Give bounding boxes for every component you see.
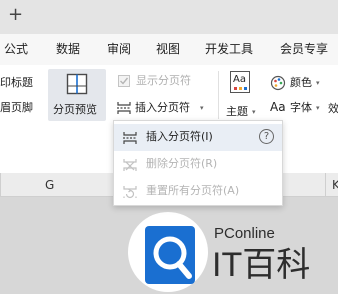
page-break-preview-label: 分页预览 [53, 103, 97, 116]
print-titles-label[interactable]: 印标题 [0, 76, 33, 90]
menu-bar: 公式 数据 审阅 视图 开发工具 会员专享 [0, 34, 338, 65]
column-label-g[interactable]: G [45, 173, 54, 197]
chevron-down-icon: ▾ [200, 104, 204, 112]
font-label: 字体 [290, 101, 312, 114]
menu-data[interactable]: 数据 [56, 41, 80, 57]
effects-label[interactable]: 效 [328, 102, 338, 116]
menu-member[interactable]: 会员专享 [280, 41, 328, 57]
menu-item-insert-page-break[interactable]: 插入分页符(I) ? [114, 124, 282, 151]
menu-view[interactable]: 视图 [156, 41, 180, 57]
column-label-k[interactable]: K [332, 173, 338, 197]
chevron-down-icon: ▾ [316, 79, 320, 87]
insert-page-break-label: 插入分页符 [135, 101, 190, 114]
show-page-break-label: 显示分页符 [136, 74, 191, 87]
colors-button[interactable]: 颜色 ▾ [270, 74, 338, 92]
menu-review[interactable]: 审阅 [107, 41, 131, 57]
palette-icon [270, 75, 286, 91]
delete-page-break-icon [122, 157, 138, 173]
pconline-logo-icon [143, 224, 201, 290]
insert-page-break-button[interactable]: 插入分页符 ▾ [114, 98, 210, 118]
reset-page-breaks-icon [122, 184, 138, 200]
colors-label: 颜色 [290, 76, 312, 89]
watermark-logo-text: IT百科 [212, 246, 311, 284]
insert-page-break-menu-label: 插入分页符(I) [146, 130, 213, 143]
menu-item-delete-page-break[interactable]: 删除分页符(R) [114, 151, 282, 178]
ribbon-divider [218, 71, 219, 119]
page-break-preview-button[interactable]: 分页预览 [48, 69, 106, 121]
menu-developer[interactable]: 开发工具 [205, 41, 253, 57]
watermark-brand: PConline [214, 225, 275, 242]
insert-page-break-dropdown: 插入分页符(I) ? 删除分页符(R) 重置所有分页符(A) [113, 120, 283, 206]
new-tab-button[interactable]: + [8, 4, 23, 26]
menu-item-reset-page-breaks[interactable]: 重置所有分页符(A) [114, 178, 282, 205]
menu-formulas[interactable]: 公式 [4, 41, 28, 57]
insert-page-break-icon [116, 100, 132, 116]
chevron-down-icon: ▾ [252, 108, 256, 116]
reset-page-breaks-menu-label: 重置所有分页符(A) [146, 184, 240, 197]
theme-button[interactable]: Aa 主题 ▾ [224, 69, 264, 121]
help-icon[interactable]: ? [259, 129, 274, 144]
title-bar: + [0, 0, 338, 34]
font-icon: Aa [270, 100, 286, 114]
insert-page-break-icon [122, 130, 138, 146]
show-page-break-checkbox[interactable] [118, 75, 130, 87]
header-footer-label[interactable]: 眉页脚 [0, 101, 33, 115]
theme-icon: Aa [230, 71, 250, 93]
theme-label: 主题 [226, 105, 248, 118]
chevron-down-icon: ▾ [316, 104, 320, 112]
page-break-preview-icon [66, 73, 88, 95]
delete-page-break-menu-label: 删除分页符(R) [146, 157, 218, 170]
